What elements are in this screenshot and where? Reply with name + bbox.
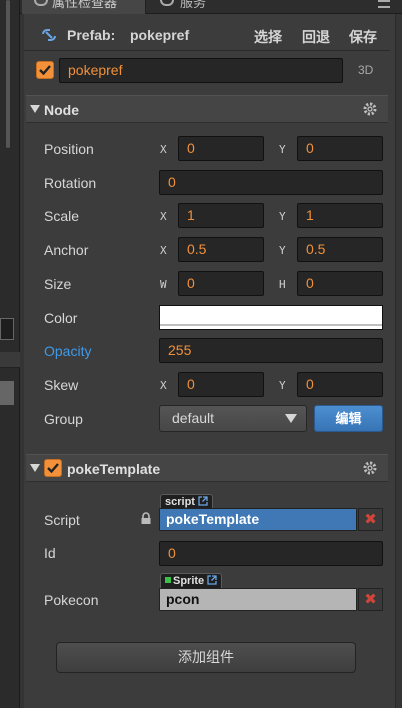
position-y-axis: Y [279, 143, 286, 156]
collapse-triangle-icon [30, 464, 40, 472]
color-alpha-bar [160, 324, 382, 326]
component-enabled-checkbox[interactable] [44, 459, 62, 477]
prefab-select-button[interactable]: 选择 [254, 27, 282, 47]
group-select-value: default [172, 410, 215, 426]
node-section-title: Node [44, 102, 79, 118]
pokecon-remove-button[interactable]: ✖ [358, 588, 383, 611]
script-type-tag: script [160, 494, 214, 509]
scale-x-axis: X [160, 210, 167, 223]
checkmark-icon [39, 65, 51, 76]
add-component-button[interactable]: 添加组件 [56, 642, 356, 673]
size-label: Size [44, 276, 72, 292]
anchor-y-axis: Y [279, 244, 286, 257]
opacity-input[interactable]: 255 [159, 338, 383, 363]
size-width-input[interactable]: 0 [178, 271, 264, 296]
panel-menu-icon[interactable] [378, 0, 390, 8]
id-label: Id [44, 545, 56, 561]
right-edge [395, 14, 402, 708]
node-3d-toggle[interactable]: 3D [358, 63, 373, 77]
sprite-type-icon [165, 577, 171, 583]
skew-label: Skew [44, 377, 79, 393]
collapse-triangle-icon [30, 105, 40, 113]
component-title: pokeTemplate [67, 461, 161, 477]
skew-y-input[interactable]: 0 [297, 372, 383, 397]
prefab-save-button[interactable]: 保存 [349, 27, 377, 47]
tab-inspector-label: 属性检查器 [52, 0, 118, 10]
lock-icon [141, 512, 151, 524]
color-label: Color [44, 310, 78, 326]
skew-x-axis: X [160, 379, 167, 392]
anchor-x-input[interactable]: 0.5 [178, 237, 264, 262]
group-label: Group [44, 411, 83, 427]
script-type-label: script [165, 496, 195, 508]
anchor-label: Anchor [44, 242, 89, 258]
left-panel-divider [0, 352, 20, 368]
position-x-input[interactable]: 0 [178, 136, 264, 161]
prefab-revert-button[interactable]: 回退 [302, 27, 330, 47]
external-link-icon[interactable] [207, 575, 217, 585]
scale-y-input[interactable]: 1 [297, 203, 383, 228]
divider [24, 50, 390, 51]
pokecon-reference-field[interactable]: pcon [159, 588, 357, 611]
script-reference-field[interactable]: pokeTemplate [159, 508, 357, 531]
opacity-label: Opacity [44, 343, 92, 359]
position-x-axis: X [160, 143, 167, 156]
inspector-scroll-track [20, 14, 24, 708]
gear-icon[interactable] [363, 461, 377, 475]
scale-x-input[interactable]: 1 [178, 203, 264, 228]
group-edit-button[interactable]: 编辑 [314, 405, 383, 432]
node-active-checkbox[interactable] [36, 61, 54, 79]
prefab-link-icon [42, 29, 56, 41]
node-name-input[interactable]: pokepref [59, 58, 343, 83]
script-label: Script [44, 512, 80, 528]
size-height-input[interactable]: 0 [297, 271, 383, 296]
skew-y-axis: Y [279, 379, 286, 392]
node-section-header[interactable] [26, 95, 388, 123]
pokecon-type-tag: Sprite [160, 573, 223, 588]
rotation-label: Rotation [44, 175, 97, 191]
script-remove-button[interactable]: ✖ [358, 508, 383, 531]
position-y-input[interactable]: 0 [297, 136, 383, 161]
checkmark-icon [47, 463, 59, 474]
left-panel-field [0, 318, 14, 340]
id-input[interactable]: 0 [159, 541, 383, 566]
left-panel-button[interactable] [0, 381, 14, 405]
position-label: Position [44, 141, 94, 157]
anchor-x-axis: X [160, 244, 167, 257]
color-swatch[interactable] [159, 305, 383, 330]
prefab-name: pokepref [130, 27, 190, 43]
pokecon-label: Pokecon [44, 592, 99, 608]
size-w-axis: W [160, 278, 167, 291]
external-link-icon[interactable] [198, 496, 208, 506]
size-h-axis: H [279, 278, 286, 291]
skew-x-input[interactable]: 0 [178, 372, 264, 397]
scale-label: Scale [44, 208, 80, 224]
pokecon-type-label: Sprite [173, 575, 205, 587]
anchor-y-input[interactable]: 0.5 [297, 237, 383, 262]
rotation-input[interactable]: 0 [159, 170, 383, 195]
chevron-down-icon [285, 414, 297, 423]
left-panel-scrollbar[interactable] [6, 0, 10, 148]
prefab-label: Prefab: [67, 27, 116, 43]
scale-y-axis: Y [279, 210, 286, 223]
tab-services-label: 服务 [180, 0, 207, 10]
gear-icon[interactable] [363, 102, 377, 116]
